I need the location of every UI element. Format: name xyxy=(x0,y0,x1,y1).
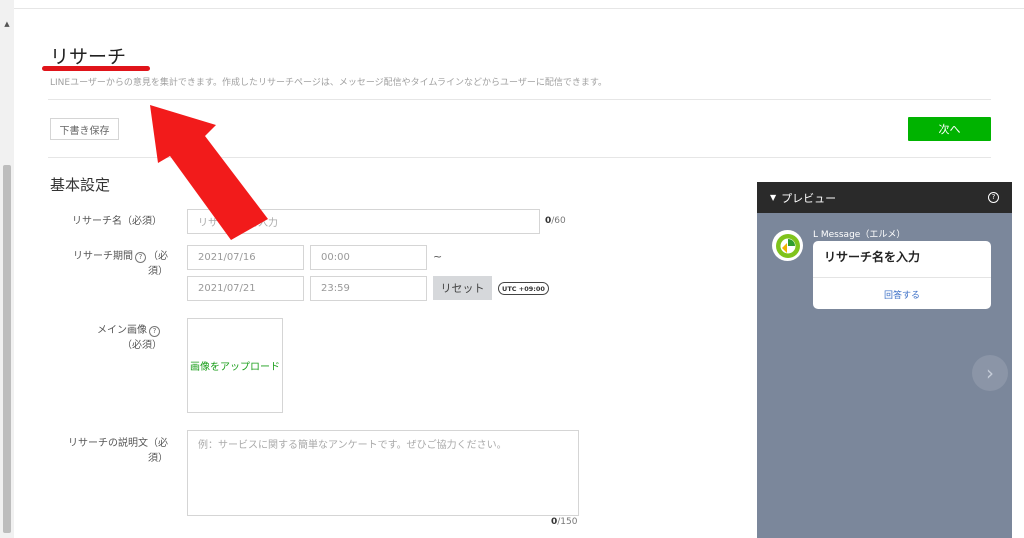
start-time-value: 00:00 xyxy=(321,252,350,263)
start-time-input[interactable]: 00:00 xyxy=(310,245,427,270)
preview-title: プレビュー xyxy=(781,191,837,205)
research-name-input[interactable]: リサーチ名を入力 xyxy=(187,209,540,234)
reset-button[interactable]: リセット xyxy=(433,276,492,300)
chevron-right-icon[interactable]: › xyxy=(972,355,1008,391)
research-name-label: リサーチ名（必須） xyxy=(72,216,162,227)
divider xyxy=(48,157,991,158)
end-time-input[interactable]: 23:59 xyxy=(310,276,427,301)
main-image-required: （必須） xyxy=(122,340,162,351)
research-name-placeholder: リサーチ名を入力 xyxy=(198,218,278,229)
research-page: ▲ リサーチ LINEユーザーからの意見を集計できます。作成したリサーチページは… xyxy=(0,0,1024,538)
page-description: LINEユーザーからの意見を集計できます。作成したリサーチページは、メッセージ配… xyxy=(50,78,607,88)
preview-header[interactable]: ▼ プレビュー ? xyxy=(757,182,1012,213)
scroll-up-icon[interactable]: ▲ xyxy=(3,20,11,28)
end-date-value: 2021/07/21 xyxy=(198,283,256,294)
upload-image-link[interactable]: 画像をアップロード xyxy=(190,358,280,373)
save-draft-button[interactable]: 下書き保存 xyxy=(50,118,119,140)
main-image-label-text: メイン画像 xyxy=(97,325,147,336)
timezone-badge: UTC +09:00 xyxy=(498,282,549,295)
title-highlight-underline xyxy=(42,66,150,71)
preview-panel: ▼ プレビュー ? L Message（エルメ） リサーチ名を入力 回答する › xyxy=(757,182,1012,538)
help-icon[interactable]: ? xyxy=(149,326,160,337)
description-placeholder: 例：サービスに関する簡単なアンケートです。ぜひご協力ください。 xyxy=(198,440,507,451)
description-max: /150 xyxy=(557,517,578,527)
sender-avatar xyxy=(772,230,803,261)
caret-down-icon: ▼ xyxy=(770,193,777,202)
page-title: リサーチ xyxy=(50,46,127,68)
section-title: 基本設定 xyxy=(50,176,111,194)
help-icon[interactable]: ? xyxy=(135,252,146,263)
period-separator: ~ xyxy=(433,250,443,263)
scroll-thumb[interactable] xyxy=(3,165,11,533)
start-date-value: 2021/07/16 xyxy=(198,252,256,263)
research-name-max: /60 xyxy=(551,216,566,226)
preview-message-card: リサーチ名を入力 回答する xyxy=(813,241,991,309)
card-divider xyxy=(813,277,991,278)
start-date-input[interactable]: 2021/07/16 xyxy=(187,245,304,270)
preview-card-title: リサーチ名を入力 xyxy=(824,250,921,264)
main-image-label: メイン画像 ? （必須） xyxy=(58,323,162,353)
description-label: リサーチの説明文（必 須） xyxy=(56,436,168,466)
help-icon[interactable]: ? xyxy=(988,192,999,203)
next-button[interactable]: 次へ xyxy=(908,117,991,141)
image-upload-area[interactable]: 画像をアップロード xyxy=(187,318,283,413)
answer-link[interactable]: 回答する xyxy=(813,288,991,301)
description-counter: 0/150 xyxy=(551,517,577,527)
research-period-label: リサーチ期間? （必 須） xyxy=(56,249,168,279)
lmessage-logo-icon xyxy=(775,233,800,258)
description-label-text: リサーチの説明文（必 xyxy=(68,438,168,449)
end-time-value: 23:59 xyxy=(321,283,350,294)
end-date-input[interactable]: 2021/07/21 xyxy=(187,276,304,301)
research-name-counter: 0/60 xyxy=(545,216,566,226)
description-textarea[interactable]: 例：サービスに関する簡単なアンケートです。ぜひご協力ください。 xyxy=(187,430,579,516)
description-label-required: 須） xyxy=(148,453,168,464)
top-divider xyxy=(14,8,1024,9)
research-period-required: （必 xyxy=(148,251,168,262)
research-period-label-text: リサーチ期間 xyxy=(73,251,133,262)
sender-name: L Message（エルメ） xyxy=(813,230,906,240)
divider xyxy=(48,99,991,100)
research-period-required-cont: 須） xyxy=(148,266,168,277)
vertical-scrollbar[interactable]: ▲ xyxy=(0,0,14,538)
